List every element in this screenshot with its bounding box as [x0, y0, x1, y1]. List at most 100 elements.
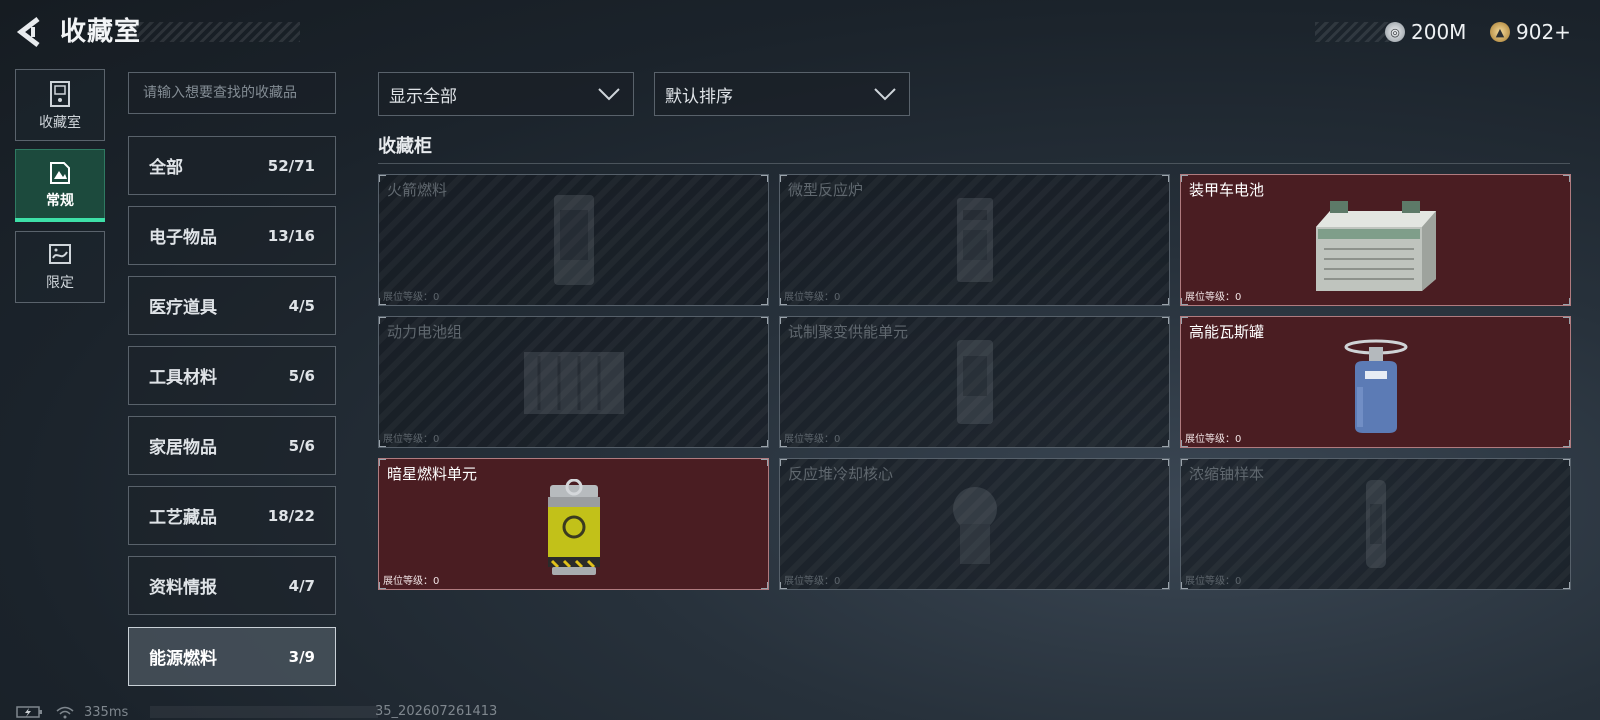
- item-card-power-battery-pack[interactable]: 动力电池组 展位等级：0: [378, 316, 769, 448]
- category-name: 能源燃料: [149, 649, 217, 669]
- item-level: 展位等级：0: [784, 292, 841, 303]
- category-intel[interactable]: 资料情报 4/7: [128, 556, 336, 615]
- card-corner-bracket: [780, 317, 787, 324]
- card-corner-bracket: [1162, 440, 1169, 447]
- item-card-mini-reactor[interactable]: 微型反应炉 展位等级：0: [779, 174, 1170, 306]
- card-corner-bracket: [379, 459, 386, 466]
- active-indicator: [15, 218, 105, 222]
- fusion-unit-icon: [956, 340, 993, 424]
- item-card-armored-battery[interactable]: 装甲车电池 展位等级：0: [1180, 174, 1571, 306]
- card-corner-bracket: [1162, 175, 1169, 182]
- card-corner-bracket: [379, 175, 386, 182]
- nav-label-limited: 限定: [46, 275, 74, 291]
- item-card-fusion-unit[interactable]: 试制聚变供能单元 展位等级：0: [779, 316, 1170, 448]
- show-filter-value: 显示全部: [389, 86, 457, 107]
- regular-icon: [50, 162, 70, 184]
- nav-vault[interactable]: 收藏室: [15, 69, 105, 141]
- power-battery-pack-icon: [523, 352, 624, 414]
- nav-limited[interactable]: 限定: [15, 231, 105, 303]
- category-name: 工艺藏品: [149, 508, 217, 528]
- category-all[interactable]: 全部 52/71: [128, 136, 336, 195]
- ping-value: 335ms: [84, 704, 129, 720]
- item-name: 动力电池组: [387, 323, 463, 341]
- category-household[interactable]: 家居物品 5/6: [128, 416, 336, 475]
- card-corner-bracket: [1162, 317, 1169, 324]
- category-count: 3/9: [288, 647, 315, 666]
- category-tools[interactable]: 工具材料 5/6: [128, 346, 336, 405]
- item-card-reactor-cooling-core[interactable]: 反应堆冷却核心 展位等级：0: [779, 458, 1170, 590]
- item-level: 展位等级：0: [784, 576, 841, 587]
- item-name: 微型反应炉: [788, 181, 864, 199]
- item-name: 暗星燃料单元: [387, 465, 478, 483]
- card-corner-bracket: [379, 317, 386, 324]
- build-id: 35_202607261413: [375, 704, 498, 719]
- category-electronics[interactable]: 电子物品 13/16: [128, 206, 336, 265]
- card-corner-bracket: [1162, 459, 1169, 466]
- currency-silver: ◎ 200M: [1385, 18, 1466, 46]
- sort-dropdown[interactable]: 默认排序: [654, 72, 910, 116]
- item-level: 展位等级：0: [383, 434, 440, 445]
- card-corner-bracket: [780, 175, 787, 182]
- nav-label-regular: 常规: [46, 193, 74, 209]
- item-card-gas-canister[interactable]: 高能瓦斯罐 展位等级：0: [1180, 316, 1571, 448]
- card-corner-bracket: [1563, 317, 1570, 324]
- show-filter-dropdown[interactable]: 显示全部: [378, 72, 634, 116]
- item-level: 展位等级：0: [383, 576, 440, 587]
- card-corner-bracket: [780, 582, 787, 589]
- item-name: 火箭燃料: [387, 181, 448, 199]
- item-card-darkstar-fuel-cell[interactable]: 暗星燃料单元 展位等级：0: [378, 458, 769, 590]
- card-corner-bracket: [761, 175, 768, 182]
- item-level: 展位等级：0: [1185, 292, 1242, 303]
- category-name: 全部: [149, 158, 183, 178]
- currency-gold: ▲ 902+: [1490, 18, 1571, 46]
- page-title: 收藏室: [60, 17, 142, 47]
- gold-coin-icon: ▲: [1490, 22, 1510, 42]
- back-arrow-icon: [16, 17, 40, 47]
- reactor-cooling-core-icon: [952, 487, 997, 564]
- category-name: 电子物品: [149, 228, 217, 248]
- category-name: 工具材料: [149, 368, 217, 388]
- card-corner-bracket: [1563, 440, 1570, 447]
- mini-reactor-icon: [956, 198, 993, 282]
- rocket-fuel-icon: [553, 195, 594, 285]
- nav-regular[interactable]: 常规: [15, 149, 105, 222]
- wifi-icon: [56, 706, 74, 719]
- card-corner-bracket: [761, 440, 768, 447]
- card-corner-bracket: [1181, 175, 1188, 182]
- category-crafts[interactable]: 工艺藏品 18/22: [128, 486, 336, 545]
- item-level: 展位等级：0: [784, 434, 841, 445]
- category-count: 4/7: [288, 576, 315, 595]
- battery-icon: [16, 706, 42, 718]
- item-card-uranium-sample[interactable]: 浓缩铀样本 展位等级：0: [1180, 458, 1571, 590]
- item-level: 展位等级：0: [1185, 576, 1242, 587]
- item-name: 高能瓦斯罐: [1189, 323, 1265, 341]
- card-corner-bracket: [1563, 459, 1570, 466]
- category-count: 4/5: [288, 296, 315, 315]
- section-title: 收藏柜: [378, 136, 432, 157]
- card-corner-bracket: [1181, 317, 1188, 324]
- item-card-rocket-fuel[interactable]: 火箭燃料 展位等级：0: [378, 174, 769, 306]
- item-level: 展位等级：0: [383, 292, 440, 303]
- category-count: 13/16: [267, 226, 315, 245]
- card-corner-bracket: [379, 298, 386, 305]
- title-decoration: [130, 22, 300, 42]
- search-input[interactable]: [128, 72, 336, 114]
- silver-amount: 200M: [1411, 20, 1467, 44]
- category-energy[interactable]: 能源燃料 3/9: [128, 627, 336, 686]
- nav-label-vault: 收藏室: [39, 115, 81, 131]
- section-divider: [378, 163, 1570, 164]
- back-button[interactable]: [14, 14, 48, 50]
- build-id-mask: [150, 706, 378, 718]
- currency-decoration: [1315, 22, 1395, 42]
- sort-value: 默认排序: [665, 86, 733, 107]
- card-corner-bracket: [761, 459, 768, 466]
- card-corner-bracket: [1563, 582, 1570, 589]
- category-name: 家居物品: [149, 438, 217, 458]
- uranium-sample-icon: [1365, 480, 1386, 568]
- chevron-down-icon: [874, 88, 896, 101]
- card-corner-bracket: [761, 317, 768, 324]
- category-medical[interactable]: 医疗道具 4/5: [128, 276, 336, 335]
- limited-icon: [49, 244, 71, 264]
- card-corner-bracket: [1181, 459, 1188, 466]
- gas-canister-icon: [1344, 339, 1407, 434]
